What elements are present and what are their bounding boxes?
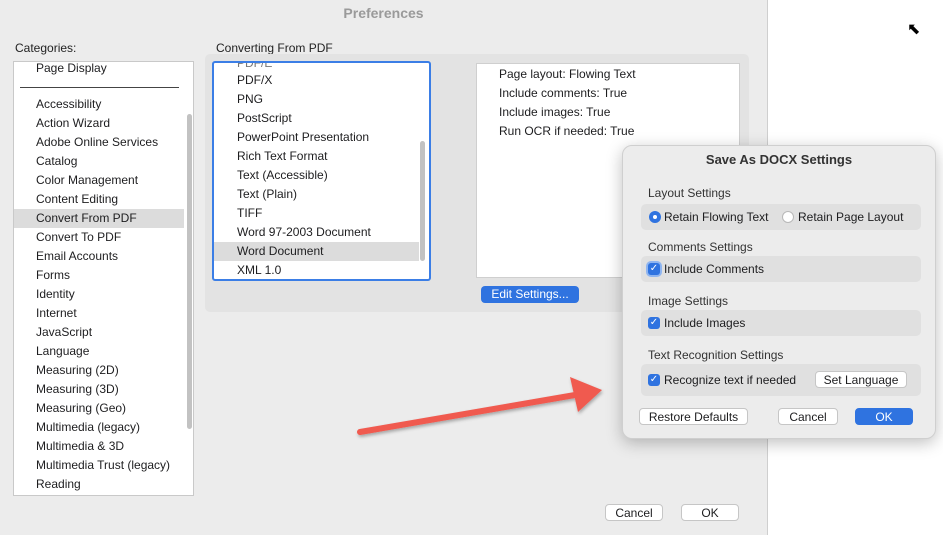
retain-flowing-label[interactable]: Retain Flowing Text [664, 210, 769, 224]
format-list[interactable]: PDF/E PDF/X PNG PostScript PowerPoint Prese… [212, 61, 431, 281]
category-separator [20, 87, 179, 88]
ok-button[interactable]: OK [681, 504, 739, 521]
layout-settings-box: Retain Flowing Text Retain Page Layout [641, 204, 921, 230]
category-item[interactable]: Measuring (3D) [14, 380, 184, 399]
format-item[interactable]: TIFF [214, 204, 419, 223]
category-item[interactable]: JavaScript [14, 323, 184, 342]
format-item[interactable]: Word 97-2003 Document [214, 223, 419, 242]
category-item[interactable]: Language [14, 342, 184, 361]
categories-scrollbar[interactable] [187, 114, 192, 429]
dialog-cancel-button[interactable]: Cancel [778, 408, 838, 425]
category-item[interactable]: Internet [14, 304, 184, 323]
format-item[interactable]: PostScript [214, 109, 419, 128]
format-item[interactable]: Rich Text Format [214, 147, 419, 166]
include-comments-checkbox[interactable]: ✓ [648, 263, 660, 275]
category-item[interactable]: Forms [14, 266, 184, 285]
format-scrollbar[interactable] [420, 141, 425, 261]
categories-label: Categories: [15, 41, 77, 55]
format-item[interactable]: PDF/X [214, 71, 419, 90]
retain-flowing-radio[interactable] [649, 211, 661, 223]
category-item[interactable]: Measuring (Geo) [14, 399, 184, 418]
include-comments-label[interactable]: Include Comments [664, 262, 764, 276]
include-images-checkbox[interactable]: ✓ [648, 317, 660, 329]
summary-include-comments: Include comments: True [499, 86, 628, 100]
summary-page-layout: Page layout: Flowing Text [499, 67, 636, 81]
image-settings-title: Image Settings [648, 294, 729, 308]
text-recognition-title: Text Recognition Settings [648, 348, 784, 362]
restore-defaults-button[interactable]: Restore Defaults [639, 408, 748, 425]
summary-include-images: Include images: True [499, 105, 611, 119]
categories-list[interactable]: Page Display Accessibility Action Wizard A… [13, 61, 194, 496]
text-recognition-box: ✓ Recognize text if needed Set Language [641, 364, 921, 396]
converting-from-pdf-label: Converting From PDF [216, 41, 333, 55]
window-title: Preferences [343, 5, 424, 21]
recognize-text-checkbox[interactable]: ✓ [648, 374, 660, 386]
category-item[interactable]: Content Editing [14, 190, 184, 209]
format-item[interactable]: Text (Plain) [214, 185, 419, 204]
category-item[interactable]: Action Wizard [14, 114, 184, 133]
category-item[interactable]: Color Management [14, 171, 184, 190]
format-item[interactable]: PNG [214, 90, 419, 109]
edit-settings-button[interactable]: Edit Settings... [481, 286, 579, 303]
category-item[interactable]: Measuring (2D) [14, 361, 184, 380]
category-item[interactable]: Convert To PDF [14, 228, 184, 247]
category-item[interactable]: Identity [14, 285, 184, 304]
format-item[interactable]: Text (Accessible) [214, 166, 419, 185]
retain-page-layout-label[interactable]: Retain Page Layout [798, 210, 903, 224]
cancel-button[interactable]: Cancel [605, 504, 663, 521]
format-item[interactable]: Word Document [214, 242, 419, 261]
category-item[interactable]: Multimedia (legacy) [14, 418, 184, 437]
comments-settings-title: Comments Settings [648, 240, 753, 254]
category-item[interactable]: Multimedia & 3D [14, 437, 184, 456]
comments-settings-box: ✓ Include Comments [641, 256, 921, 282]
category-item-page-display[interactable]: Page Display [14, 62, 184, 78]
retain-page-layout-radio[interactable] [782, 211, 794, 223]
save-as-docx-dialog: Save As DOCX Settings Layout Settings Re… [622, 145, 936, 439]
format-item[interactable]: XML 1.0 [214, 261, 419, 279]
layout-settings-title: Layout Settings [648, 186, 731, 200]
format-item[interactable]: PowerPoint Presentation [214, 128, 419, 147]
annotation-arrow-icon [357, 377, 602, 435]
category-item[interactable]: Convert From PDF [14, 209, 184, 228]
category-item[interactable]: Multimedia Trust (legacy) [14, 456, 184, 475]
dialog-ok-button[interactable]: OK [855, 408, 913, 425]
category-item[interactable]: Accessibility [14, 95, 184, 114]
category-item[interactable]: Reading [14, 475, 184, 494]
mouse-pointer-icon: ⬉ [907, 21, 921, 38]
dialog-title: Save As DOCX Settings [705, 152, 853, 167]
set-language-button[interactable]: Set Language [815, 371, 907, 388]
image-settings-box: ✓ Include Images [641, 310, 921, 336]
category-item[interactable]: Email Accounts [14, 247, 184, 266]
category-item[interactable]: Catalog [14, 152, 184, 171]
include-images-label[interactable]: Include Images [664, 316, 745, 330]
summary-run-ocr: Run OCR if needed: True [499, 124, 635, 138]
recognize-text-label[interactable]: Recognize text if needed [664, 373, 796, 387]
category-item[interactable]: Adobe Online Services [14, 133, 184, 152]
